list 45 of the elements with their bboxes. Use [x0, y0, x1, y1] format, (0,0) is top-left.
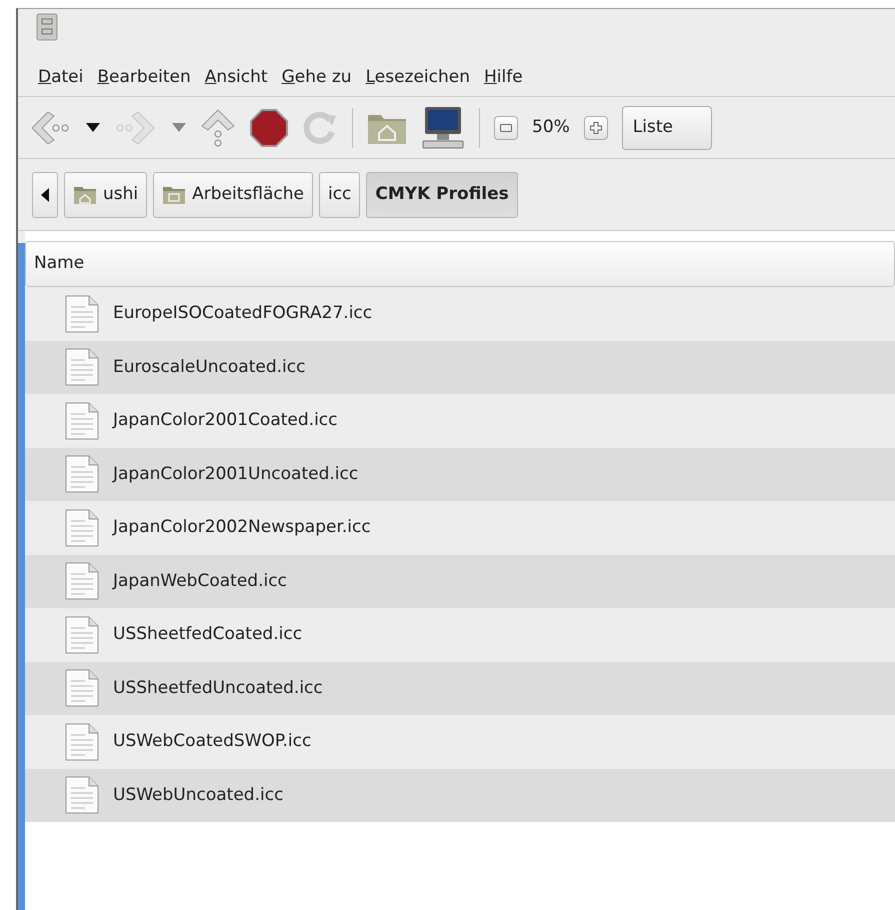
document-icon	[65, 722, 99, 761]
file-name[interactable]: EuropeISOCoatedFOGRA27.icc	[113, 301, 372, 326]
file-name[interactable]: JapanWebCoated.icc	[113, 568, 287, 594]
file-name[interactable]: EuroscaleUncoated.icc	[113, 354, 306, 380]
document-icon	[65, 669, 99, 708]
document-icon	[65, 562, 99, 600]
document-icon	[65, 508, 99, 547]
view-mode-dropdown[interactable]: Liste	[622, 106, 712, 150]
document-icon	[65, 348, 99, 386]
menu-item[interactable]: Gehe zu	[282, 64, 352, 90]
document-icon	[65, 402, 99, 440]
document-icon	[65, 616, 99, 654]
dropdown-caret-icon[interactable]	[86, 122, 100, 132]
menu-item[interactable]: Datei	[38, 64, 84, 90]
scroll-left-button[interactable]	[32, 172, 58, 218]
menu-item[interactable]: Lesezeichen	[366, 64, 470, 90]
menu-item[interactable]: Hilfe	[484, 64, 523, 90]
stop-icon[interactable]	[250, 108, 288, 146]
file-name[interactable]: USSheetfedUncoated.icc	[113, 676, 323, 701]
menu-item[interactable]: Ansicht	[204, 64, 268, 90]
desktop-folder-icon	[162, 184, 186, 204]
file-name[interactable]: USWebCoatedSWOP.icc	[113, 729, 312, 754]
path-button[interactable]: ushi	[64, 172, 148, 218]
column-header[interactable]: Name	[25, 241, 895, 287]
file-cabinet-icon	[36, 13, 58, 41]
left-triangle-icon	[41, 188, 49, 202]
path-button[interactable]: Arbeitsfläche	[153, 172, 313, 218]
file-name[interactable]: JapanColor2002Newspaper.icc	[113, 515, 371, 540]
document-icon	[65, 455, 99, 494]
zoom-out-button[interactable]	[494, 116, 518, 140]
file-name[interactable]: USWebUncoated.icc	[113, 782, 284, 808]
home-folder-icon	[73, 184, 97, 204]
document-icon	[65, 294, 99, 333]
minus-icon	[500, 124, 512, 132]
zoom-level: 50%	[532, 116, 570, 139]
plus-icon	[590, 122, 602, 134]
path-button[interactable]: CMYK Profiles	[366, 172, 518, 218]
path-button[interactable]: icc	[318, 172, 360, 218]
zoom-in-button[interactable]	[584, 116, 608, 140]
file-name[interactable]: JapanColor2001Uncoated.icc	[113, 462, 358, 487]
file-name[interactable]: JapanColor2001Coated.icc	[113, 408, 338, 434]
menu-item[interactable]: Bearbeiten	[97, 64, 191, 90]
file-name[interactable]: USSheetfedCoated.icc	[113, 622, 302, 648]
document-icon	[65, 776, 99, 814]
computer-icon[interactable]	[421, 106, 465, 150]
